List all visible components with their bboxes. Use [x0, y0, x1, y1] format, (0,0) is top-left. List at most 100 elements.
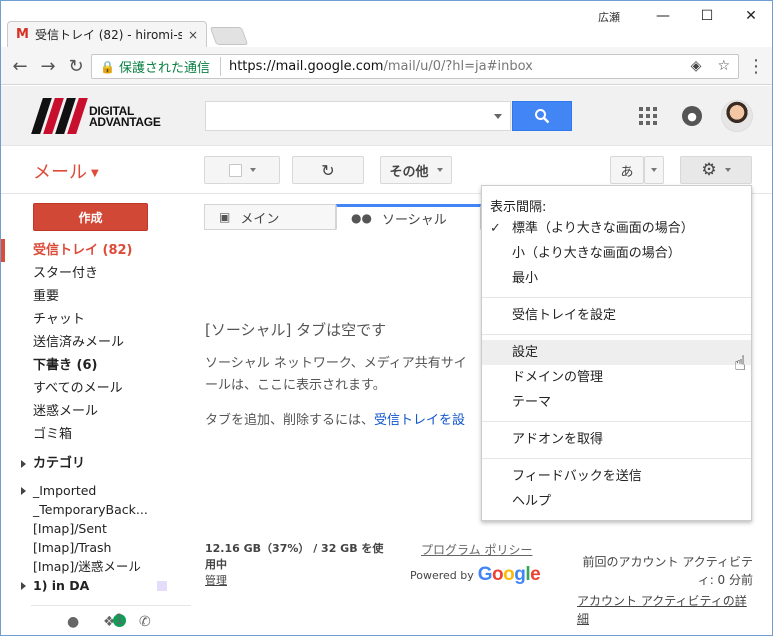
sidebar-item-chats[interactable]: チャット [1, 308, 191, 331]
label-color-swatch[interactable] [157, 581, 167, 591]
select-checkbox-button[interactable] [204, 156, 280, 184]
sidebar-item-all-mail[interactable]: すべてのメール [1, 377, 191, 400]
star-icon[interactable]: ☆ [717, 58, 730, 74]
search-icon [535, 109, 550, 124]
hangouts-badge: 1 [113, 613, 126, 627]
settings-button[interactable]: ⚙ [680, 156, 752, 184]
sidebar-nav: 受信トレイ (82) スター付き 重要 チャット 送信済みメール 下書き (6)… [1, 239, 191, 595]
sidebar-item-spam[interactable]: 迷惑メール [1, 400, 191, 423]
chevron-down-icon [436, 168, 443, 172]
menu-divider [482, 458, 751, 459]
forward-icon[interactable]: → [37, 55, 59, 77]
security-label: 保護された通信 [119, 57, 221, 76]
account-activity-details-link[interactable]: アカウント アクティビティの詳細 [577, 592, 753, 628]
sidebar-item-drafts[interactable]: 下書き (6) [1, 354, 191, 377]
sidebar-item-starred[interactable]: スター付き [1, 262, 191, 285]
gear-icon: ⚙ [701, 160, 717, 180]
menu-item-help[interactable]: ヘルプ [482, 489, 751, 514]
minimize-icon[interactable]: — [641, 1, 685, 31]
checkbox[interactable] [228, 163, 242, 177]
tab-close-icon[interactable]: × [188, 28, 198, 42]
sidebar-label-in-da[interactable]: 1) in DA [1, 576, 191, 595]
menu-item-configure-inbox[interactable]: 受信トレイを設定 [482, 303, 751, 328]
apps-grid-icon[interactable] [639, 107, 657, 125]
logo-bars [31, 98, 89, 134]
settings-menu: 表示間隔: ✓ 標準（より大きな画面の場合） 小（より大きな画面の場合） 最小 … [481, 185, 752, 521]
storage-usage: 12.16 GB（37%） / 32 GB を使用中 管理 [205, 542, 384, 587]
input-tools-dropdown[interactable] [644, 156, 664, 184]
sidebar-item-inbox[interactable]: 受信トレイ (82) [1, 239, 191, 262]
menu-item-themes[interactable]: テーマ [482, 390, 751, 415]
back-icon[interactable]: ← [9, 55, 31, 77]
gmail-favicon-icon: M [16, 27, 29, 42]
chevron-down-icon [249, 168, 256, 172]
chat-bar: ● ❖ 1 ✆ [31, 605, 191, 635]
chevron-down-icon [724, 168, 731, 172]
translate-icon[interactable]: ◈ [691, 58, 702, 74]
hand-cursor-icon: ☝ [734, 351, 747, 375]
person-icon[interactable]: ● [67, 614, 79, 630]
expand-icon[interactable] [21, 582, 26, 590]
refresh-button[interactable]: ↻ [292, 156, 364, 184]
empty-state-hint: タブを追加、削除するには、受信トレイを設 [205, 413, 466, 428]
menu-item-get-addons[interactable]: アドオンを取得 [482, 427, 751, 452]
logo-text: DIGITAL ADVANTAGE [89, 104, 161, 129]
menu-divider [482, 334, 751, 335]
sidebar-label-imap-sent[interactable]: [Imap]/Sent [1, 519, 191, 538]
mail-switcher[interactable]: メール ▼ [33, 158, 99, 184]
google-logo: Google [477, 564, 541, 585]
sidebar-item-categories[interactable]: カテゴリ [1, 452, 191, 475]
configure-inbox-link[interactable]: 受信トレイを設 [374, 413, 465, 428]
search-input[interactable] [205, 101, 511, 131]
checkmark-icon: ✓ [490, 221, 501, 236]
input-tools-button[interactable]: あ [610, 156, 644, 184]
chevron-down-icon: ▼ [91, 167, 99, 179]
tab-primary[interactable]: ▣ メイン [204, 204, 336, 230]
sidebar-label-imported[interactable]: _Imported [1, 481, 191, 500]
phone-icon[interactable]: ✆ [139, 614, 151, 630]
manage-storage-link[interactable]: 管理 [205, 574, 227, 587]
avatar[interactable] [721, 100, 753, 132]
inbox-icon: ▣ [219, 210, 231, 224]
tab-social[interactable]: ●● ソーシャル [336, 204, 481, 230]
more-button[interactable]: その他 [380, 156, 452, 184]
menu-item-settings[interactable]: 設定 [482, 340, 751, 365]
compose-button[interactable]: 作成 [33, 203, 148, 231]
sidebar-label-imap-spam[interactable]: [Imap]/迷惑メール [1, 557, 191, 576]
new-tab-button[interactable] [209, 27, 249, 45]
density-heading: 表示間隔: [490, 200, 547, 215]
url-host: https://mail.google.com [228, 59, 384, 74]
title-bar: M 受信トレイ (82) - hiromi-s × 広瀬 — ☐ ✕ [1, 1, 772, 47]
menu-item-density-comfortable[interactable]: ✓ 標準（より大きな画面の場合） [482, 216, 751, 241]
browser-tab[interactable]: M 受信トレイ (82) - hiromi-s × [7, 21, 207, 47]
refresh-icon: ↻ [321, 160, 335, 180]
sidebar-item-sent[interactable]: 送信済みメール [1, 331, 191, 354]
account-activity: 前回のアカウント アクティビティ: 0 分前 アカウント アクティビティの詳細 [577, 555, 753, 628]
maximize-icon[interactable]: ☐ [685, 1, 729, 31]
menu-item-density-compact[interactable]: 最小 [482, 266, 751, 291]
program-policy-link[interactable]: プログラム ポリシー [421, 541, 532, 558]
menu-item-density-cozy[interactable]: 小（より大きな画面の場合） [482, 241, 751, 266]
expand-icon[interactable] [21, 460, 26, 468]
sidebar-item-important[interactable]: 重要 [1, 285, 191, 308]
reload-icon[interactable]: ↻ [65, 55, 87, 77]
search-options-icon[interactable] [494, 114, 502, 119]
vertical-scrollbar[interactable] [763, 194, 771, 634]
expand-icon[interactable] [21, 487, 26, 495]
sidebar-item-trash[interactable]: ゴミ箱 [1, 423, 191, 446]
close-window-icon[interactable]: ✕ [729, 1, 772, 31]
window-user-name: 広瀬 [598, 11, 620, 24]
browser-toolbar: ← → ↻ 🔒 保護された通信 https://mail.google.com … [1, 47, 772, 85]
digital-advantage-logo[interactable]: DIGITAL ADVANTAGE [31, 98, 173, 134]
menu-icon[interactable]: ⋮ [745, 55, 767, 77]
notifications-icon[interactable]: ● [682, 106, 702, 126]
search-button[interactable] [512, 101, 572, 131]
menu-item-manage-domain[interactable]: ドメインの管理 [482, 365, 751, 390]
menu-divider [482, 297, 751, 298]
sidebar-label-imap-trash[interactable]: [Imap]/Trash [1, 538, 191, 557]
menu-item-send-feedback[interactable]: フィードバックを送信 [482, 464, 751, 489]
sidebar-label-temporary-backup[interactable]: _TemporaryBack... [1, 500, 191, 519]
url-path: /mail/u/0/?hl=ja#inbox [383, 59, 533, 74]
address-bar[interactable]: 🔒 保護された通信 https://mail.google.com /mail/… [91, 54, 739, 79]
people-icon: ●● [351, 211, 372, 225]
